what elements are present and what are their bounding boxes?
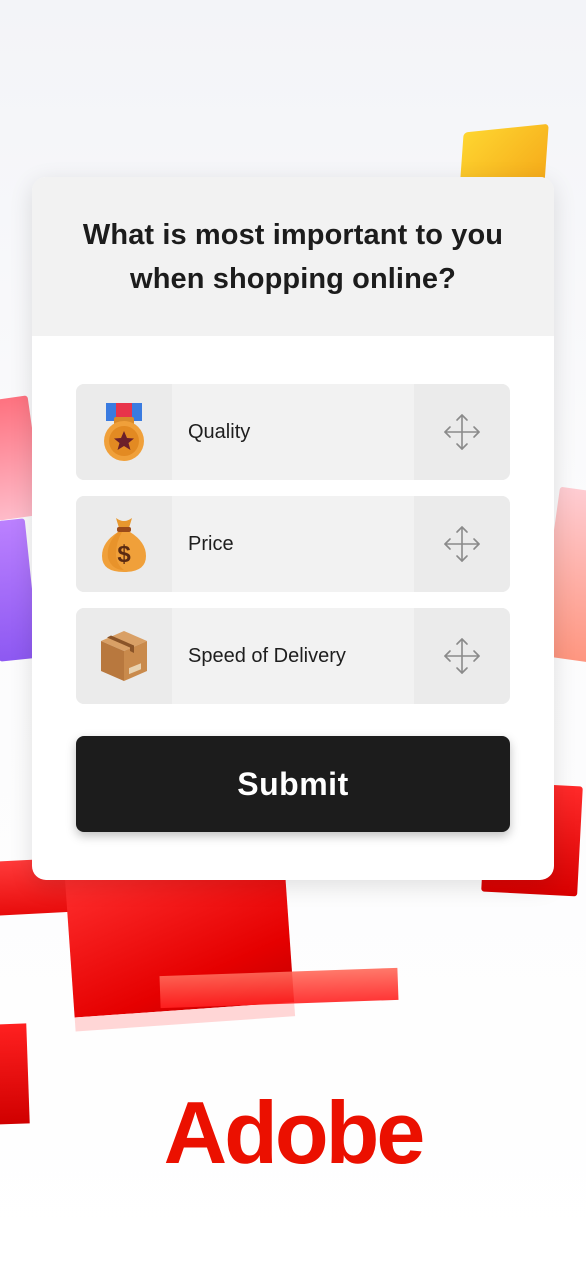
survey-question: What is most important to you when shopp…: [82, 218, 504, 295]
ranking-item-label: Speed of Delivery: [188, 644, 346, 667]
decorative-red-slab: [159, 967, 399, 1009]
submit-button[interactable]: Submit: [76, 736, 510, 832]
adobe-logo: Adobe: [163, 1083, 426, 1182]
ranking-item-quality[interactable]: Quality: [76, 384, 510, 480]
money-bag-icon: $: [76, 496, 172, 592]
survey-header: What is most important to you when shopp…: [32, 177, 554, 336]
move-arrows-icon[interactable]: [414, 496, 510, 592]
package-box-icon: [76, 608, 172, 704]
ranking-item-label: Price: [188, 532, 234, 555]
move-arrows-icon[interactable]: [414, 384, 510, 480]
move-arrows-icon[interactable]: [414, 608, 510, 704]
survey-card: What is most important to you when shopp…: [32, 177, 554, 880]
ranking-item-price[interactable]: $ Price: [76, 496, 510, 592]
ranking-item-label: Quality: [188, 420, 251, 443]
ranking-list: Quality $ Price Speed of Delivery: [76, 384, 510, 720]
ranking-item-speed-of-delivery[interactable]: Speed of Delivery: [76, 608, 510, 704]
medal-icon: [76, 384, 172, 480]
svg-text:$: $: [117, 541, 131, 568]
